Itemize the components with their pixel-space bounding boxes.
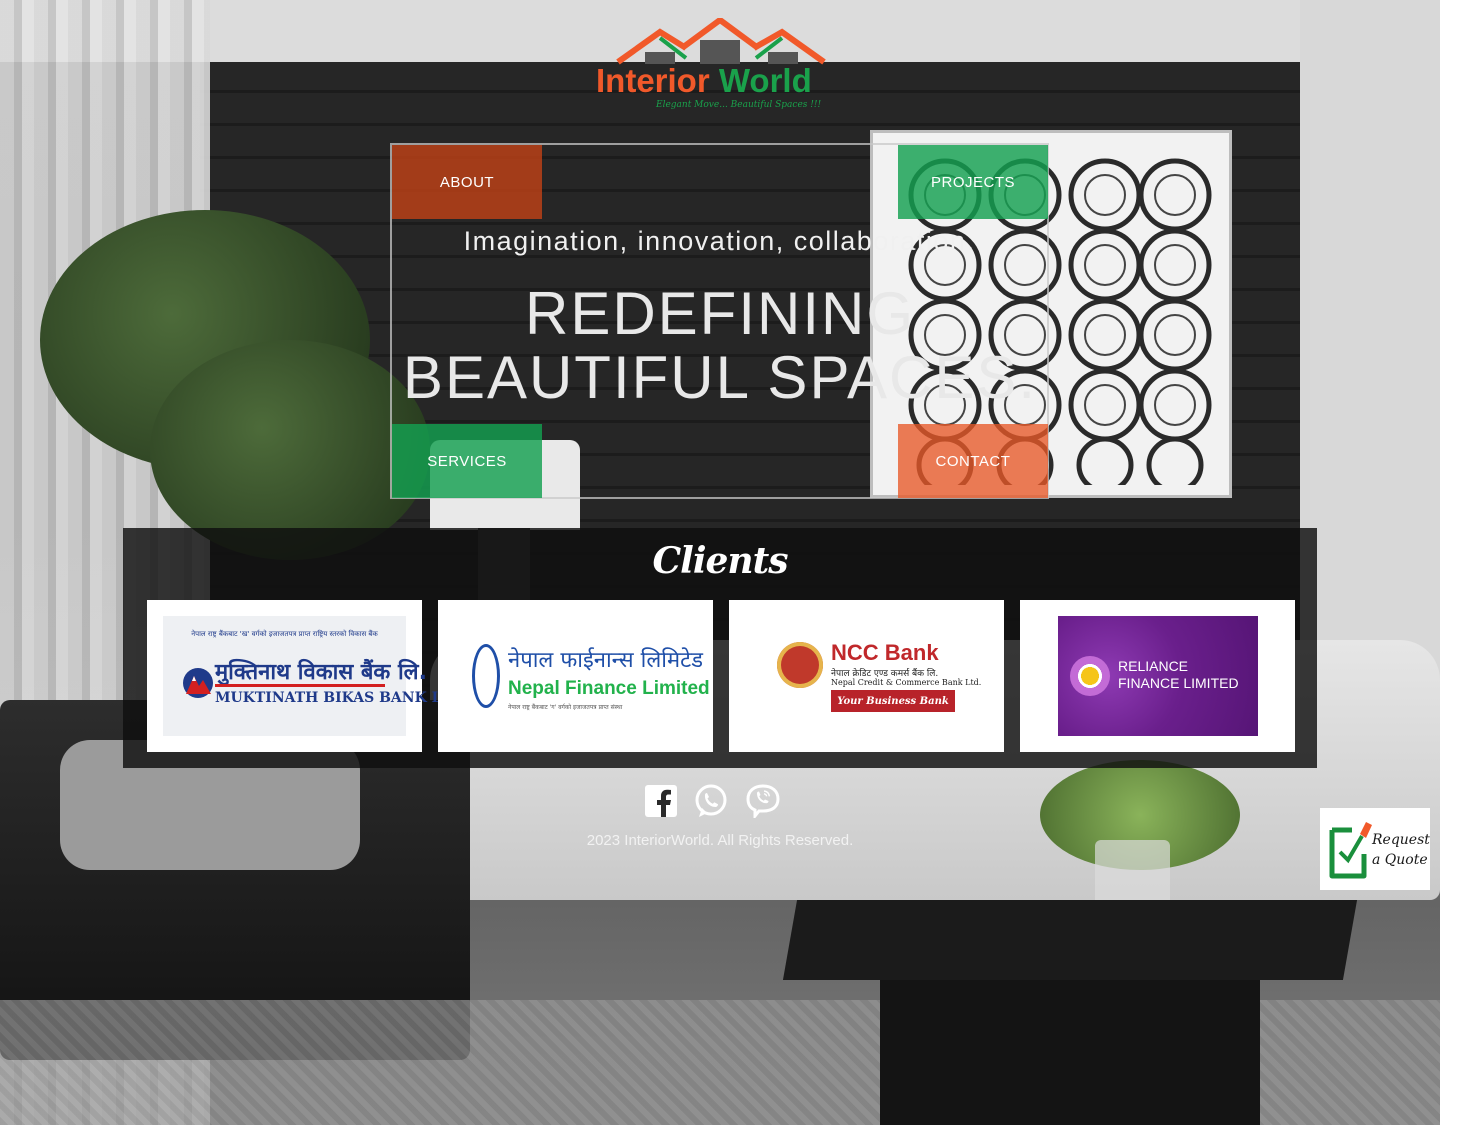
client-card-muktinath[interactable]: नेपाल राष्ट्र बैंकबाट 'ख' वर्गको इजाजतपत…	[147, 600, 467, 752]
headline-line-1: REDEFINING	[524, 280, 916, 347]
form-edit-icon	[1329, 822, 1372, 879]
reliance-flower-icon	[1070, 656, 1110, 696]
request-quote-line-2: a Quote	[1372, 852, 1428, 868]
nepal-finance-nepali-name: नेपाल फाईनान्स लिमिटेड	[508, 648, 703, 673]
request-quote-button[interactable]: Request a Quote	[1320, 808, 1430, 890]
ncc-seal-icon	[777, 642, 823, 688]
facebook-icon[interactable]	[644, 784, 678, 818]
request-quote-label: Request a Quote	[1372, 830, 1430, 870]
footer-copyright: 2023 InteriorWorld. All Rights Reserved.	[586, 832, 854, 849]
house-roof-icon	[616, 18, 826, 65]
muktinath-english-name: MUKTINATH BIKAS BANK LTD.	[215, 690, 468, 706]
nav-services-button[interactable]: SERVICES	[392, 424, 542, 498]
client-card-ncc-bank[interactable]: NCC Bank नेपाल क्रेडिट एण्ड कमर्स बैंक ल…	[729, 600, 1004, 752]
reliance-line-2: FINANCE LIMITED	[1118, 675, 1239, 691]
side-wall	[1300, 0, 1440, 720]
coffee-table-top	[782, 900, 1358, 980]
logo-word-world: World	[718, 62, 812, 99]
ncc-slogan: Your Business Bank	[831, 690, 955, 712]
reliance-logo: RELIANCE FINANCE LIMITED	[1058, 616, 1258, 736]
client-card-nepal-finance[interactable]: नेपाल फाईनान्स लिमिटेड Nepal Finance Lim…	[438, 600, 713, 752]
logo-tagline: Elegant Move... Beautiful Spaces !!!	[656, 100, 822, 110]
hero-tagline: Imagination, innovation, collaboration.	[463, 226, 976, 256]
mountain-icon	[183, 668, 213, 698]
hero-headline: REDEFINING BEAUTIFUL SPACES.	[360, 282, 1080, 410]
nav-contact-button[interactable]: CONTACT	[898, 424, 1048, 498]
nepal-finance-caption: नेपाल राष्ट्र बैंकबाट 'ग' वर्गको इजाजतपत…	[508, 704, 623, 711]
site-logo[interactable]: Interior World Elegant Move... Beautiful…	[590, 18, 850, 118]
muktinath-divider	[215, 684, 385, 687]
reliance-line-1: RELIANCE	[1118, 658, 1189, 674]
nepal-finance-emblem-icon	[472, 644, 500, 708]
request-quote-line-1: Request	[1372, 832, 1430, 848]
logo-word-interior: Interior	[596, 62, 710, 99]
whatsapp-icon[interactable]	[694, 784, 728, 818]
clients-heading: Clients	[652, 540, 789, 582]
client-card-reliance[interactable]: RELIANCE FINANCE LIMITED	[1020, 600, 1295, 752]
coffee-table-base	[880, 980, 1260, 1125]
reliance-wordmark: RELIANCE FINANCE LIMITED	[1118, 658, 1239, 692]
muktinath-logo: नेपाल राष्ट्र बैंकबाट 'ख' वर्गको इजाजतपत…	[163, 616, 467, 736]
viber-icon[interactable]	[746, 784, 780, 818]
muktinath-nepali-caption: नेपाल राष्ट्र बैंकबाट 'ख' वर्गको इजाजतपत…	[191, 630, 378, 638]
muktinath-nepali-name: मुक्तिनाथ विकास बैंक लि.	[215, 660, 427, 685]
ncc-title: NCC Bank	[831, 640, 939, 665]
nav-about-button[interactable]: ABOUT	[392, 145, 542, 219]
headline-line-2: BEAUTIFUL SPACES.	[402, 344, 1038, 411]
logo-wordmark: Interior World	[596, 62, 812, 100]
ncc-english-name: Nepal Credit & Commerce Bank Ltd.	[831, 678, 982, 687]
nepal-finance-english-name: Nepal Finance Limited	[508, 678, 710, 699]
nav-projects-button[interactable]: PROJECTS	[898, 145, 1048, 219]
